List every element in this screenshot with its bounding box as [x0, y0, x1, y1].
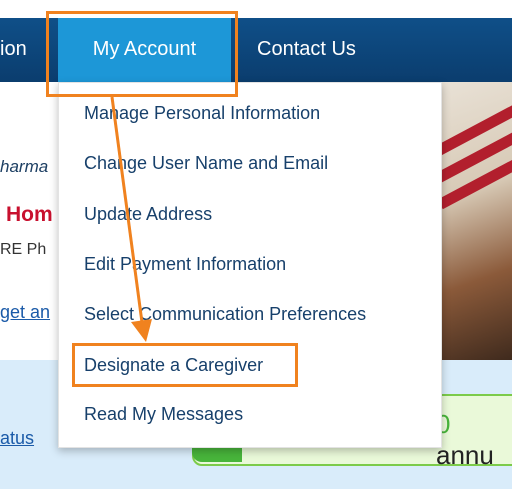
menu-item-edit-payment-information[interactable]: Edit Payment Information: [84, 254, 286, 275]
page-care-text: RE Ph: [0, 241, 47, 258]
page-get-link[interactable]: get an: [0, 302, 50, 323]
page-home-heading: Hom: [6, 203, 53, 226]
counter-suffix: annu: [436, 440, 494, 470]
nav-item-contact-us[interactable]: Contact Us: [257, 18, 356, 82]
menu-item-read-my-messages[interactable]: Read My Messages: [84, 404, 243, 425]
nav-item-partial[interactable]: ion: [0, 18, 27, 82]
menu-item-manage-personal-information[interactable]: Manage Personal Information: [84, 103, 320, 124]
savings-counter-text: 0 annu: [436, 409, 512, 471]
my-account-dropdown-menu: Manage Personal Information Change User …: [58, 82, 442, 448]
status-link[interactable]: atus: [0, 428, 34, 449]
menu-item-change-user-name-email[interactable]: Change User Name and Email: [84, 153, 328, 174]
menu-item-communication-preferences[interactable]: Select Communication Preferences: [84, 304, 366, 325]
menu-item-update-address[interactable]: Update Address: [84, 204, 212, 225]
my-account-highlight-box: [46, 11, 238, 97]
caregiver-highlight-box: [72, 343, 298, 387]
page-italic-text: harma: [0, 157, 49, 176]
flag-banner-image: [432, 82, 512, 360]
